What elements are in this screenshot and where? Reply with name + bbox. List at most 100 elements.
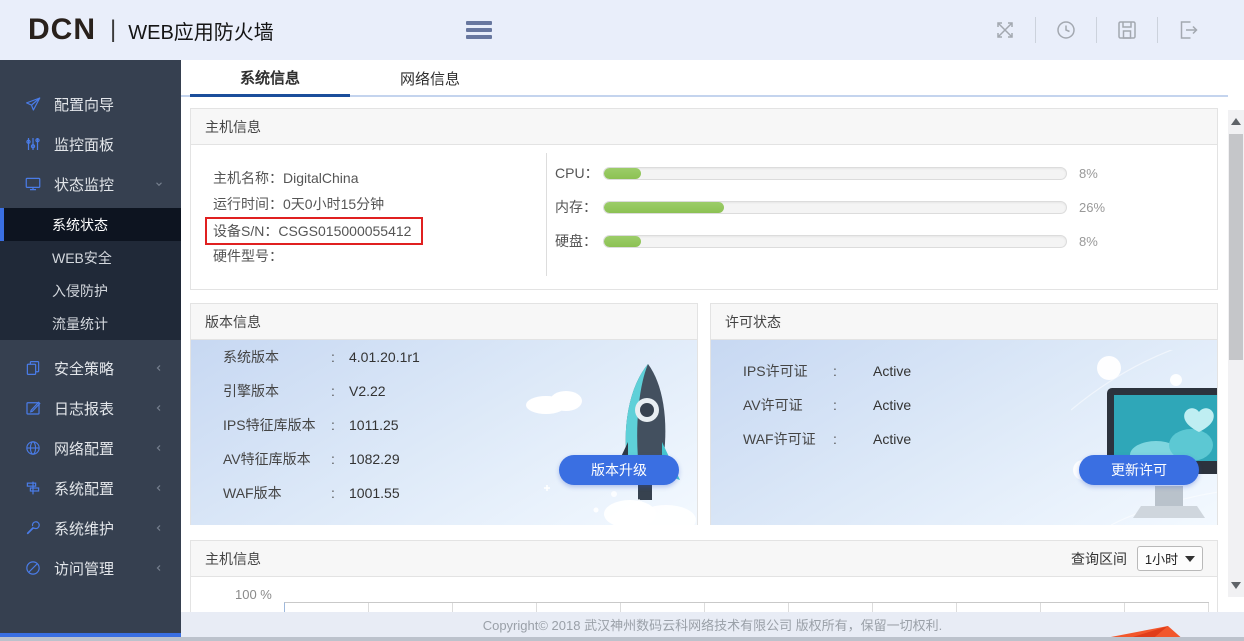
sliders-icon [24, 135, 42, 153]
app-title: WEB应用防火墙 [128, 16, 274, 45]
hardware-model-row: 硬件型号： [213, 243, 546, 269]
chevron-left-icon [153, 362, 165, 374]
tab-network-info[interactable]: 网络信息 [350, 60, 510, 97]
sidebar-item-label: 系统维护 [54, 518, 114, 539]
query-interval-label: 查询区间 [1071, 549, 1127, 569]
sidebar-item-access-management[interactable]: 访问管理 [0, 548, 181, 588]
license-row: AV许可证:Active [711, 388, 1217, 422]
license-row: WAF许可证:Active [711, 422, 1217, 456]
edit-icon [24, 399, 42, 417]
license-update-button[interactable]: 更新许可 [1079, 455, 1199, 485]
memory-percent: 26% [1067, 200, 1119, 215]
arrows-cross-icon[interactable] [993, 18, 1017, 42]
sidebar-item-label: 状态监控 [54, 174, 114, 195]
interval-value: 1小时 [1145, 549, 1178, 568]
chevron-down-icon [1185, 556, 1195, 562]
cpu-progress-fill [604, 168, 641, 179]
disk-meter: 硬盘： 8% [555, 231, 1119, 251]
sidebar-item-label: 系统配置 [54, 478, 114, 499]
cpu-percent: 8% [1067, 166, 1119, 181]
sidebar-item-log-report[interactable]: 日志报表 [0, 388, 181, 428]
app-header: DCN | WEB应用防火墙 [0, 0, 1244, 60]
chevron-down-icon [153, 178, 165, 190]
sidebar-item-label: 安全策略 [54, 358, 114, 379]
sidebar-item-security-policy[interactable]: 安全策略 [0, 348, 181, 388]
copyright-text: Copyright© 2018 武汉神州数码云科网络技术有限公司 版权所有，保留… [483, 615, 943, 634]
host-fields: 主机名称：DigitalChina 运行时间：0天0小时15分钟 设备S/N：C… [191, 145, 546, 290]
sidebar-subitem-traffic-stats[interactable]: 流量统计 [0, 307, 181, 340]
license-row: IPS许可证:Active [711, 354, 1217, 388]
sidebar-item-system-config[interactable]: 系统配置 [0, 468, 181, 508]
header-divider [1096, 17, 1097, 43]
no-entry-icon [24, 559, 42, 577]
header-divider [1157, 17, 1158, 43]
footer: Copyright© 2018 武汉神州数码云科网络技术有限公司 版权所有，保留… [181, 612, 1244, 637]
sidebar-item-label: 监控面板 [54, 134, 114, 155]
status-monitor-submenu: 系统状态 WEB安全 入侵防护 流量统计 [0, 208, 181, 340]
sidebar-subitem-intrusion-prevention[interactable]: 入侵防护 [0, 274, 181, 307]
panel-title: 主机信息 [191, 109, 1217, 145]
chevron-left-icon [153, 482, 165, 494]
clock-icon[interactable] [1054, 18, 1078, 42]
version-info-panel: 版本信息 系统版本:4.01.20.1r1 [190, 303, 698, 525]
tab-bar: 系统信息 网络信息 [181, 60, 1228, 97]
sidebar-item-status-monitor[interactable]: 状态监控 [0, 164, 181, 204]
memory-progress-track [603, 201, 1067, 214]
cpu-meter: CPU： 8% [555, 163, 1119, 183]
version-row: 系统版本:4.01.20.1r1 [191, 340, 697, 374]
y-axis-100-label: 100 % [235, 587, 272, 602]
signpost-icon [24, 479, 42, 497]
dcn-logo: DCN [28, 13, 96, 47]
disk-percent: 8% [1067, 234, 1119, 249]
sidebar-item-network-config[interactable]: 网络配置 [0, 428, 181, 468]
sidebar-item-label: 访问管理 [54, 558, 114, 579]
host-info-panel: 主机信息 主机名称：DigitalChina 运行时间：0天0小时15分钟 设备… [190, 108, 1218, 290]
tab-system-info[interactable]: 系统信息 [190, 60, 350, 97]
cpu-progress-track [603, 167, 1067, 180]
header-divider [1035, 17, 1036, 43]
globe-icon [24, 439, 42, 457]
sidebar-item-label: 日志报表 [54, 398, 114, 419]
chevron-left-icon [153, 562, 165, 574]
chevron-left-icon [153, 442, 165, 454]
version-row: IPS特征库版本:1011.25 [191, 408, 697, 442]
memory-meter: 内存： 26% [555, 197, 1119, 217]
memory-progress-fill [604, 202, 724, 213]
menu-toggle-icon[interactable] [466, 21, 492, 40]
scrollbar-thumb[interactable] [1229, 134, 1243, 360]
version-upgrade-button[interactable]: 版本升级 [559, 455, 679, 485]
scroll-down-icon[interactable] [1231, 582, 1241, 589]
sidebar-item-config-wizard[interactable]: 配置向导 [0, 84, 181, 124]
main-content: 系统信息 网络信息 主机信息 主机名称：DigitalChina 运行时间：0天… [181, 60, 1228, 641]
host-name-row: 主机名称：DigitalChina [213, 165, 546, 191]
paper-plane-icon [24, 95, 42, 113]
logo-separator: | [110, 16, 116, 44]
sidebar-subitem-web-security[interactable]: WEB安全 [0, 241, 181, 274]
bottom-strip [0, 637, 1244, 641]
sidebar-item-label: 配置向导 [54, 94, 114, 115]
license-status-panel: 许可状态 IPS许可证:Active AV许可证:Active [710, 303, 1218, 525]
scroll-up-icon[interactable] [1231, 118, 1241, 125]
serial-number-row: 设备S/N：CSGS015000055412 [213, 217, 546, 243]
monitor-icon [24, 175, 42, 193]
logout-icon[interactable] [1176, 18, 1200, 42]
version-row: 引擎版本:V2.22 [191, 374, 697, 408]
sn-highlight-box: 设备S/N：CSGS015000055412 [205, 217, 423, 245]
panel-title: 主机信息 [205, 549, 261, 569]
save-icon[interactable] [1115, 18, 1139, 42]
interval-select[interactable]: 1小时 [1137, 546, 1203, 571]
disk-progress-track [603, 235, 1067, 248]
panel-title: 版本信息 [191, 304, 697, 340]
sidebar-item-monitor-panel[interactable]: 监控面板 [0, 124, 181, 164]
panel-title: 许可状态 [711, 304, 1217, 340]
pages-icon [24, 359, 42, 377]
wrench-icon [24, 519, 42, 537]
sidebar: 配置向导 监控面板 状态监控 系统状态 WEB安全 入侵防护 流量统计 安全策略 [0, 60, 181, 633]
sidebar-subitem-system-status[interactable]: 系统状态 [0, 208, 181, 241]
sidebar-item-system-maintenance[interactable]: 系统维护 [0, 508, 181, 548]
resource-meters: CPU： 8% 内存： 26% 硬盘： 8% [547, 145, 1217, 290]
vertical-scrollbar[interactable] [1228, 110, 1244, 597]
chevron-left-icon [153, 402, 165, 414]
uptime-row: 运行时间：0天0小时15分钟 [213, 191, 546, 217]
header-icon-group [975, 0, 1218, 60]
